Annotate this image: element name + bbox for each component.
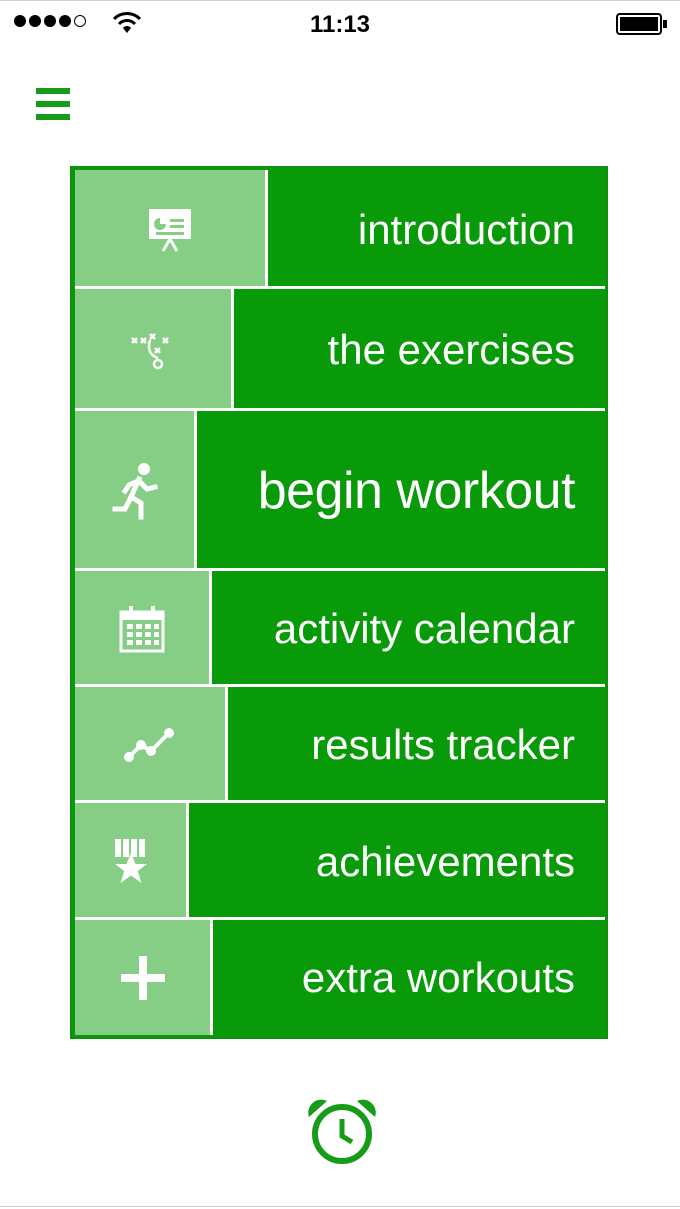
medal-icon xyxy=(114,838,147,883)
menu-item-extra-workouts-label: extra workouts xyxy=(301,953,575,1001)
menu-item-results-tracker-tile xyxy=(75,687,228,803)
menu-item-achievements[interactable]: achievements xyxy=(75,803,605,920)
battery-icon xyxy=(616,13,667,35)
play-diagram-icon xyxy=(131,333,169,370)
menu-item-the-exercises-tile xyxy=(75,289,234,411)
menu-item-the-exercises-label: the exercises xyxy=(327,326,575,373)
menu-item-activity-calendar[interactable]: activity calendar xyxy=(75,571,605,687)
menu-item-achievements-tile xyxy=(75,803,189,920)
menu-item-introduction[interactable]: introduction xyxy=(75,170,605,289)
menu-item-begin-workout[interactable]: begin workout xyxy=(75,411,605,571)
status-bar: 11:13 xyxy=(0,0,680,46)
menu-item-introduction-label: introduction xyxy=(357,205,575,253)
menu-item-achievements-label: achievements xyxy=(315,837,575,885)
menu-item-introduction-tile xyxy=(75,170,268,289)
menu-item-extra-workouts[interactable]: extra workouts xyxy=(75,920,605,1035)
menu-item-extra-workouts-tile xyxy=(75,920,213,1035)
menu-item-begin-workout-label: begin workout xyxy=(257,462,576,520)
bottom-divider xyxy=(0,1206,680,1207)
menu-item-activity-calendar-tile xyxy=(75,571,212,687)
plus-icon xyxy=(120,955,165,1000)
running-man-icon xyxy=(112,463,158,520)
menu-item-results-tracker-label: results tracker xyxy=(311,721,575,768)
presentation-icon xyxy=(149,208,191,252)
status-time: 11:13 xyxy=(309,11,371,38)
menu-item-activity-calendar-label: activity calendar xyxy=(273,605,575,652)
menu-item-the-exercises[interactable]: the exercises xyxy=(75,289,605,411)
main-menu: introduction the exercises begin workout… xyxy=(70,166,608,1039)
menu-item-begin-workout-tile xyxy=(75,411,197,571)
calendar-icon xyxy=(119,606,165,653)
line-graph-icon xyxy=(124,728,174,762)
alarm-clock-icon[interactable] xyxy=(305,1097,379,1167)
hamburger-menu-icon[interactable] xyxy=(36,88,70,120)
menu-item-results-tracker[interactable]: results tracker xyxy=(75,687,605,803)
